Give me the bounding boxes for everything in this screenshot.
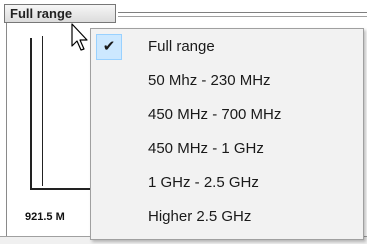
menu-item-50-230-mhz[interactable]: 50 Mhz - 230 MHz xyxy=(94,66,360,96)
panel-top-border xyxy=(118,12,367,13)
app-window: 921.5 M Full range ✔ Full range 50 Mhz -… xyxy=(0,0,367,244)
frequency-axis-label: 921.5 M xyxy=(25,211,65,223)
panel-left-border xyxy=(6,22,7,236)
arrow-cursor-icon xyxy=(71,23,88,51)
menu-item-label: Full range xyxy=(148,38,215,55)
menu-item-label: 450 MHz - 1 GHz xyxy=(148,140,264,157)
menu-item-450-mhz-1-ghz[interactable]: 450 MHz - 1 GHz xyxy=(94,134,360,164)
menu-item-label: 50 Mhz - 230 MHz xyxy=(148,72,271,89)
range-menu: ✔ Full range 50 Mhz - 230 MHz 450 MHz - … xyxy=(90,28,364,240)
menu-item-label: Higher 2.5 GHz xyxy=(148,208,252,225)
chart-axis-frame xyxy=(30,38,92,190)
menu-item-450-700-mhz[interactable]: 450 MHz - 700 MHz xyxy=(94,100,360,130)
chart-axis-line xyxy=(42,36,43,186)
panel-top-border-inner xyxy=(118,16,367,17)
menu-item-full-range[interactable]: ✔ Full range xyxy=(94,32,360,62)
menu-item-1-2-5-ghz[interactable]: 1 GHz - 2.5 GHz xyxy=(94,168,360,198)
menu-item-higher-2-5-ghz[interactable]: Higher 2.5 GHz xyxy=(94,202,360,232)
check-icon: ✔ xyxy=(96,34,122,60)
menu-item-label: 1 GHz - 2.5 GHz xyxy=(148,174,259,191)
menu-item-label: 450 MHz - 700 MHz xyxy=(148,106,282,123)
range-dropdown-button[interactable]: Full range xyxy=(4,4,116,23)
